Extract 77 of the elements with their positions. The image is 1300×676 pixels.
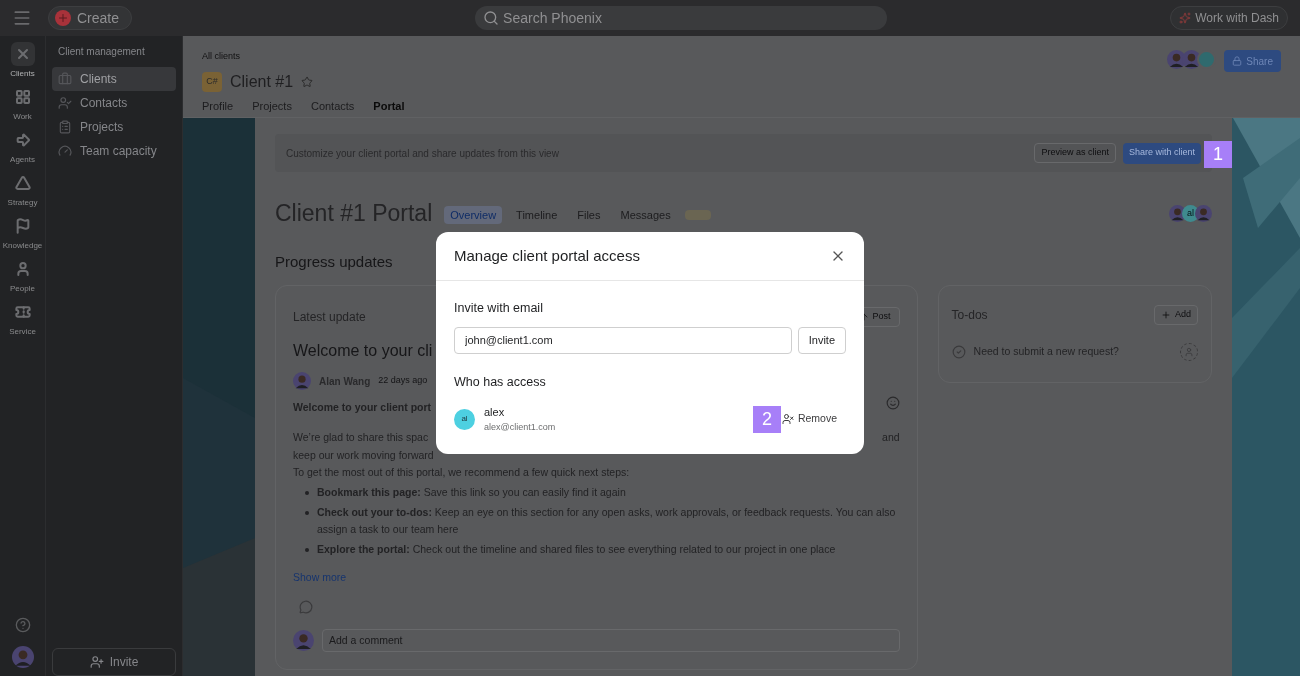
flag-icon [14,218,31,234]
tab[interactable]: Profile [202,97,234,120]
member-name: alex [484,404,506,420]
section-label: Who has access [454,373,547,391]
bullet-icon [305,491,309,495]
invite-button[interactable]: Invite [52,648,176,676]
comment-icon[interactable] [299,599,313,614]
update-title: Welcome to your cli [293,341,433,361]
step-marker: 2 [752,405,781,433]
dialog-title: Manage client portal access [454,245,640,266]
avatar [1182,50,1202,69]
add-button[interactable]: Add [1154,305,1198,325]
breadcrumb[interactable]: All clients [202,50,1168,64]
sidebar-item[interactable]: Team capacity [52,139,176,163]
member-avatar: al [454,408,475,430]
section-heading: Progress updates [275,251,393,272]
help-icon[interactable] [14,617,31,633]
tab[interactable]: Projects [252,97,292,120]
timestamp: 22 days ago [378,374,428,388]
comment-field[interactable]: Add a comment [322,628,900,652]
sidebar-item[interactable]: Contacts [52,91,176,115]
preview-button[interactable]: Preview as client [1034,143,1116,163]
sidebar-item[interactable]: Clients [52,67,176,91]
clipboard-icon [58,120,72,134]
star-icon[interactable] [301,75,314,88]
check-circle-icon[interactable] [951,345,966,359]
sparkle-icon [1179,12,1192,24]
remove-button[interactable]: Remove [781,411,837,427]
rail-item[interactable]: People [0,257,45,295]
invite-button[interactable]: Invite [797,326,846,354]
email-field[interactable]: john@client1.com [454,326,792,354]
gauge-icon [58,144,72,158]
section-label: Invite with email [454,300,544,317]
briefcase-icon [58,72,72,86]
triangle-icon [14,175,31,191]
page-title: Client #1 [230,71,294,92]
tab[interactable]: Contacts [310,97,355,120]
sidebar-item[interactable]: Projects [52,115,176,139]
arrow-icon [14,132,31,148]
step-marker: 1 [1204,141,1232,168]
rail-item[interactable]: Clients [0,42,45,80]
avatar [11,646,34,668]
bot-avatar [1197,50,1217,69]
avatar [1195,204,1212,222]
client-badge: C# [202,71,222,92]
tab[interactable]: Overview [444,206,503,225]
emoji-icon[interactable] [885,396,900,410]
tab[interactable]: Timeline [510,206,564,225]
lock-icon [1232,56,1243,66]
search-icon [483,10,500,26]
create-button[interactable]: Create [48,6,133,30]
menu-icon[interactable] [12,8,32,28]
member-email: alex@client1.com [484,421,557,434]
rail-item[interactable]: Strategy [0,171,45,209]
person-icon [58,96,72,110]
plus-icon [55,10,71,26]
sidebar-heading: Client management [57,45,146,59]
add-person-icon [89,655,104,669]
person-icon [14,261,31,277]
remove-person-icon [781,413,794,425]
avatar [293,372,311,390]
avatar [293,629,314,651]
share-button[interactable]: Share [1224,50,1281,72]
grid-icon [14,89,31,105]
ticket-icon [14,304,31,320]
tab[interactable]: Messages [614,206,677,225]
plus-icon [1161,310,1171,320]
bullet-icon [305,511,309,515]
search-field[interactable]: Search Phoenix [475,6,888,30]
rail-item[interactable]: Work [0,85,45,123]
tab[interactable]: Files [571,206,607,225]
rail-item[interactable]: Agents [0,128,45,166]
bullet-icon [305,548,309,552]
rail-item[interactable]: Service [0,300,45,338]
work-with-button[interactable]: Work with Dash [1170,6,1288,30]
rail-item[interactable]: Knowledge [0,214,45,252]
share-with-client-button[interactable]: Share with client [1122,142,1201,164]
